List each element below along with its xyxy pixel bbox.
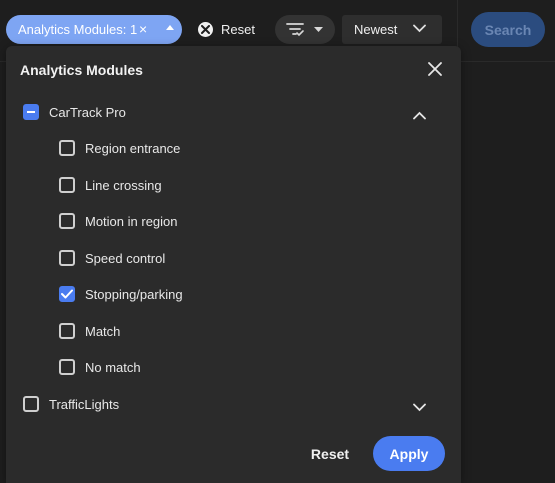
checkmark-icon — [61, 289, 73, 299]
clear-circle-icon — [198, 22, 213, 37]
module-item-stopping-parking[interactable]: Stopping/parking — [59, 281, 183, 307]
module-item-match[interactable]: Match — [59, 318, 120, 344]
sort-select[interactable]: Newest — [342, 15, 442, 44]
module-item-motion-in-region[interactable]: Motion in region — [59, 208, 178, 234]
reset-filters-label: Reset — [221, 22, 255, 37]
item-label: No match — [85, 359, 141, 375]
filter-list-icon — [286, 23, 304, 37]
chevron-down-icon — [413, 24, 426, 33]
analytics-modules-panel: Analytics Modules CarTrack Pro Region en… — [6, 46, 461, 483]
group-label: CarTrack Pro — [49, 104, 126, 120]
item-checkbox[interactable] — [59, 323, 75, 339]
item-label: Speed control — [85, 250, 166, 266]
panel-title: Analytics Modules — [20, 62, 143, 78]
module-group-trafficlights[interactable]: TrafficLights — [23, 391, 119, 417]
item-checkbox-checked[interactable] — [59, 286, 75, 302]
module-item-speed-control[interactable]: Speed control — [59, 245, 165, 271]
sort-select-value: Newest — [354, 22, 398, 37]
chevron-up-icon[interactable] — [413, 107, 426, 125]
item-label: Motion in region — [85, 213, 178, 229]
group-checkbox-indeterminate[interactable] — [23, 104, 39, 120]
filter-chip-label: Analytics Modules: 1 — [18, 22, 138, 37]
group-label: TrafficLights — [49, 396, 120, 412]
group-checkbox[interactable] — [23, 396, 39, 412]
item-checkbox[interactable] — [59, 140, 75, 156]
search-button[interactable]: Search — [471, 12, 545, 47]
item-checkbox[interactable] — [59, 177, 75, 193]
reset-filters-button[interactable]: Reset — [198, 15, 255, 44]
module-group-cartrack-pro[interactable]: CarTrack Pro — [23, 99, 126, 125]
item-label: Line crossing — [85, 177, 162, 193]
module-item-no-match[interactable]: No match — [59, 354, 141, 380]
module-item-line-crossing[interactable]: Line crossing — [59, 172, 162, 198]
item-checkbox[interactable] — [59, 213, 75, 229]
analytics-modules-filter-chip[interactable]: Analytics Modules: 1 × — [6, 15, 182, 44]
item-label: Region entrance — [85, 140, 181, 156]
chevron-down-icon[interactable] — [413, 399, 426, 417]
item-label: Stopping/parking — [85, 286, 183, 302]
item-checkbox[interactable] — [59, 359, 75, 375]
item-label: Match — [85, 323, 121, 339]
close-icon[interactable] — [428, 62, 442, 81]
filter-options-button[interactable] — [275, 15, 335, 44]
panel-reset-button[interactable]: Reset — [300, 440, 360, 468]
remove-filter-icon[interactable]: × — [139, 22, 147, 36]
apply-button[interactable]: Apply — [373, 436, 445, 471]
chevron-up-icon[interactable] — [166, 25, 174, 30]
module-item-region-entrance[interactable]: Region entrance — [59, 135, 180, 161]
caret-down-icon — [314, 27, 323, 32]
item-checkbox[interactable] — [59, 250, 75, 266]
